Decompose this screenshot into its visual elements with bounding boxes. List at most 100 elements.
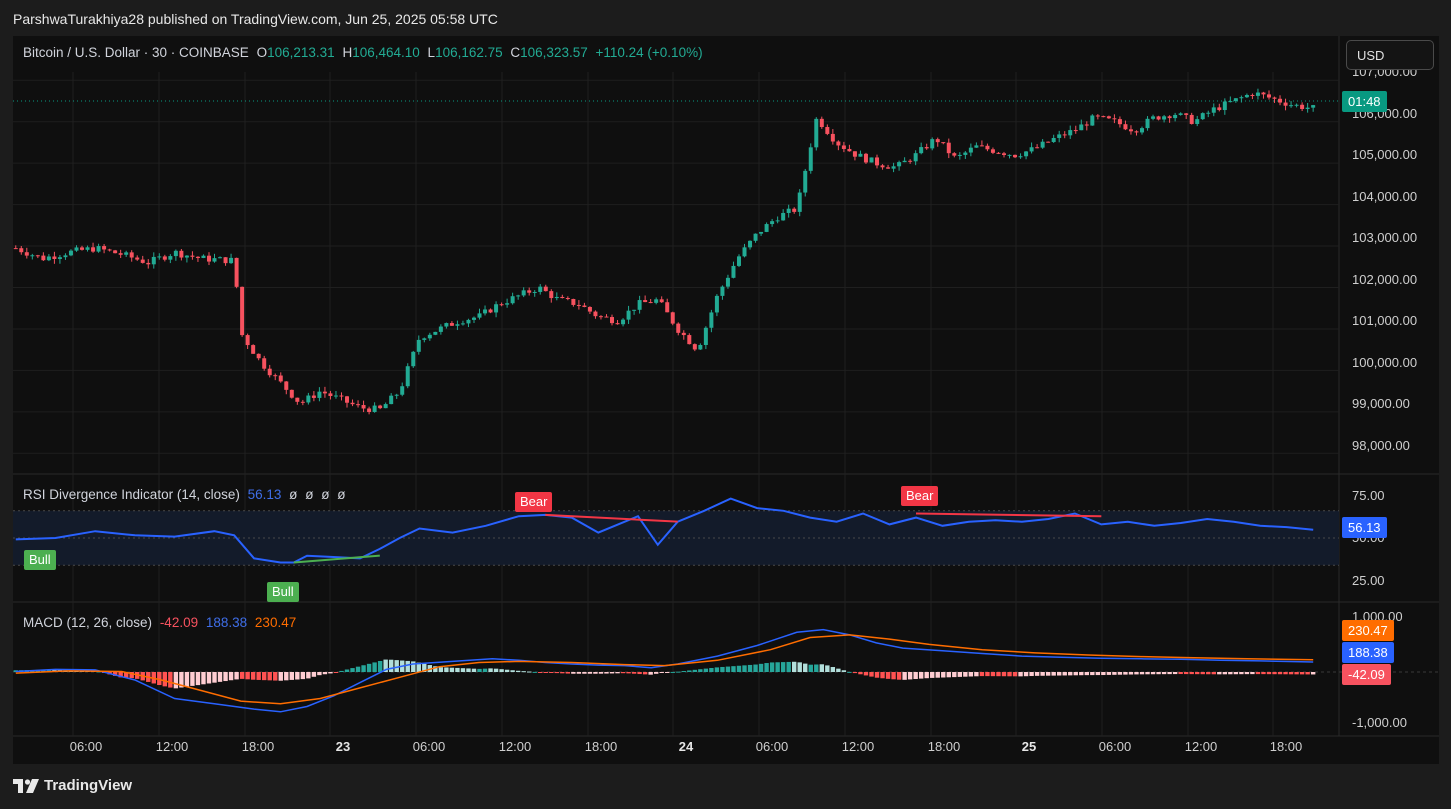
- rsi-extra-2: ø: [305, 487, 314, 502]
- macd-histogram-bar: [1062, 672, 1067, 676]
- candle-body: [85, 247, 90, 250]
- candle-body: [990, 149, 995, 153]
- candle-body: [190, 255, 195, 257]
- candle-body: [91, 247, 96, 252]
- candle-body: [345, 396, 350, 403]
- macd-histogram-bar: [720, 666, 725, 672]
- candle-body: [692, 344, 697, 350]
- macd-histogram-bar: [162, 672, 168, 687]
- macd-histogram-bar: [637, 672, 642, 675]
- chart-canvas[interactable]: [13, 36, 1439, 764]
- macd-histogram-bar: [1228, 672, 1233, 675]
- macd-histogram-bar: [195, 672, 201, 686]
- candle-body: [229, 257, 234, 264]
- macd-histogram-bar: [1145, 672, 1150, 675]
- candle-body: [140, 259, 145, 263]
- candle-body: [1162, 116, 1167, 120]
- candle-body: [968, 147, 973, 153]
- candle-body: [339, 395, 344, 397]
- macd-histogram-bar: [223, 672, 228, 682]
- macd-histogram-bar: [571, 672, 576, 674]
- candle-body: [891, 166, 896, 169]
- candle-body: [1200, 113, 1205, 120]
- candle-body: [1084, 124, 1089, 126]
- macd-histogram-bar: [1112, 672, 1117, 675]
- candle-body: [748, 240, 753, 248]
- macd-histogram-bar: [1167, 672, 1172, 675]
- candle-body: [869, 157, 874, 163]
- macd-histogram-bar: [1150, 672, 1156, 675]
- macd-histogram-bar: [1183, 672, 1189, 675]
- macd-histogram-bar: [1095, 672, 1101, 676]
- macd-histogram-bar: [902, 672, 907, 680]
- candle-body: [687, 335, 692, 345]
- candle-body: [560, 296, 565, 299]
- macd-histogram-bar: [317, 672, 322, 676]
- macd-line: [15, 628, 1314, 713]
- macd-histogram-bar: [289, 672, 295, 680]
- candle-body: [1255, 92, 1260, 96]
- macd-histogram-bar: [1106, 672, 1112, 675]
- candle-body: [455, 324, 460, 326]
- time-axis-label: 25: [1021, 739, 1037, 754]
- candle-body: [1228, 101, 1233, 103]
- macd-histogram-bar: [284, 672, 289, 681]
- time-axis-label: 18:00: [241, 739, 275, 754]
- macd-legend: MACD (12, 26, close) -42.09 188.38 230.4…: [23, 615, 300, 630]
- macd-histogram-bar: [1255, 672, 1261, 675]
- macd-histogram-bar: [311, 672, 317, 677]
- macd-histogram-bar: [493, 668, 499, 672]
- candle-body: [1090, 115, 1095, 126]
- rsi-extra-4: ø: [337, 487, 346, 502]
- candle-body: [1233, 98, 1238, 102]
- candle-body: [1239, 97, 1244, 99]
- macd-histogram-bar: [676, 671, 681, 673]
- candle-body: [786, 208, 791, 213]
- candle-body: [626, 310, 631, 320]
- candle-body: [151, 256, 156, 265]
- macd-histogram-bar: [653, 672, 659, 674]
- candle-body: [41, 255, 46, 261]
- candle-body: [1266, 94, 1271, 98]
- candle-body: [1167, 116, 1172, 119]
- macd-histogram-bar: [1195, 672, 1200, 675]
- bull-signal-label: Bull: [267, 582, 299, 602]
- candle-body: [1007, 154, 1012, 156]
- candle-body: [1123, 124, 1128, 130]
- macd-histogram-bar: [852, 672, 858, 674]
- candle-body: [632, 309, 637, 311]
- candle-body: [68, 250, 73, 256]
- candle-body: [665, 302, 670, 313]
- macd-histogram-bar: [1045, 672, 1051, 676]
- candle-body: [201, 255, 206, 258]
- macd-hist-value: -42.09: [159, 615, 199, 630]
- macd-histogram-bar: [245, 672, 250, 680]
- macd-histogram-bar: [1018, 672, 1023, 677]
- macd-histogram-bar: [438, 667, 444, 672]
- macd-histogram-bar: [394, 660, 399, 672]
- candle-body: [836, 141, 841, 146]
- candle-body: [952, 153, 957, 156]
- macd-histogram-bar: [1084, 672, 1090, 676]
- macd-histogram-bar: [278, 672, 283, 681]
- candle-body: [753, 233, 758, 241]
- rsi-extra-3: ø: [321, 487, 330, 502]
- macd-histogram-bar: [1200, 672, 1205, 675]
- macd-histogram-bar: [228, 672, 234, 681]
- candle-body: [13, 248, 18, 250]
- rsi-title: RSI Divergence Indicator (14, close): [23, 487, 240, 502]
- candle-body: [1018, 156, 1023, 158]
- chart-area[interactable]: Bitcoin / U.S. Dollar · 30 · COINBASE O1…: [13, 36, 1439, 764]
- macd-histogram-bar: [1266, 672, 1272, 675]
- candle-body: [256, 353, 261, 359]
- macd-histogram-bar: [1178, 672, 1183, 675]
- time-axis-label: 12:00: [841, 739, 875, 754]
- tradingview-brand[interactable]: TradingView: [13, 777, 132, 794]
- macd-histogram-bar: [1134, 672, 1139, 675]
- currency-button[interactable]: USD: [1346, 40, 1434, 70]
- macd-histogram-bar: [703, 668, 709, 672]
- macd-histogram-bar: [504, 669, 510, 672]
- macd-histogram-bar: [974, 672, 979, 677]
- macd-histogram-bar: [1073, 672, 1078, 676]
- macd-histogram-bar: [996, 672, 1001, 677]
